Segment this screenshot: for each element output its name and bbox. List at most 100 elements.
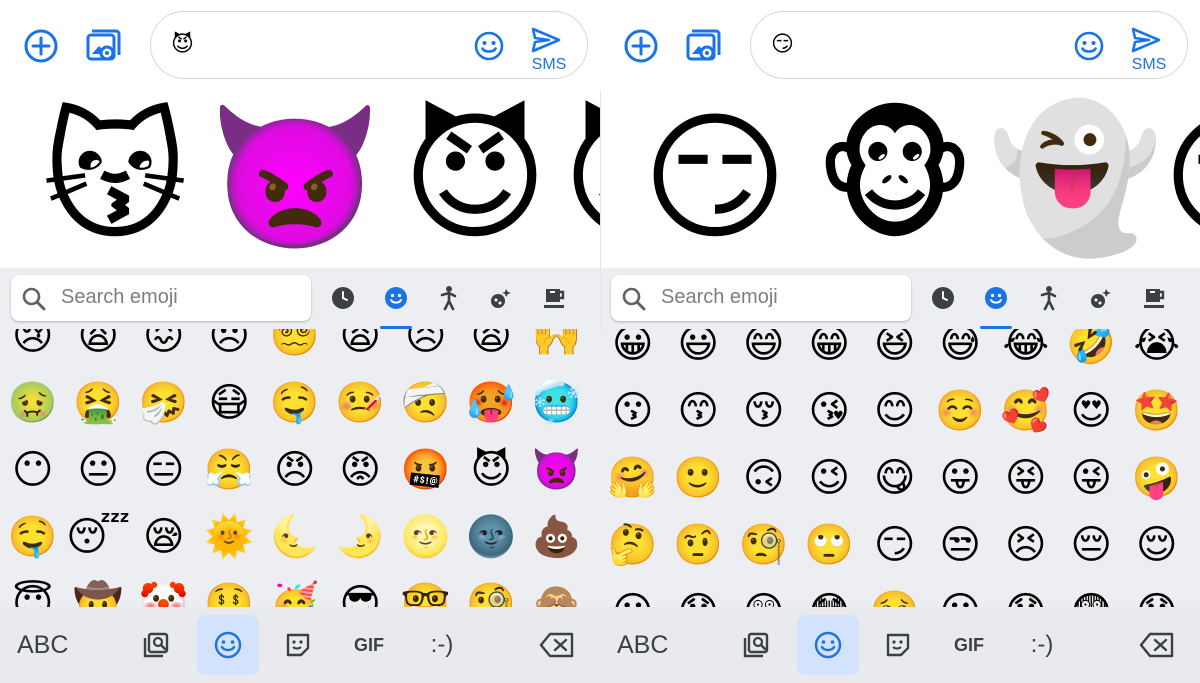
emoji-cell[interactable]: 😉 <box>797 445 863 512</box>
emoji-cell[interactable]: 🤤 <box>0 504 66 571</box>
emoticon-tab-button[interactable]: :-) <box>411 615 473 675</box>
emoji-cell[interactable]: 🥵 <box>459 370 525 437</box>
emoji-cell[interactable]: 😙 <box>666 378 732 445</box>
emoji-cell[interactable]: 😳 <box>797 579 863 607</box>
tab-recent[interactable] <box>328 283 358 313</box>
emoji-cell[interactable]: 😷 <box>197 370 263 437</box>
emoji-cell[interactable]: 🤣 <box>1059 329 1125 378</box>
emoji-button[interactable] <box>1067 24 1111 68</box>
tab-objects[interactable] <box>1140 283 1170 313</box>
emoji-cell[interactable]: 😵‍💫 <box>262 329 328 370</box>
emoji-cell[interactable]: 😴 <box>66 504 132 571</box>
emoji-cell[interactable]: 🤠 <box>66 571 132 607</box>
send-sms-button[interactable]: SMS <box>1123 20 1175 76</box>
emoji-cell[interactable]: 😈 <box>459 437 525 504</box>
emoji-cell[interactable]: 🤡 <box>131 571 197 607</box>
gif-tab-button[interactable]: GIF <box>338 615 400 675</box>
search-emoji-field[interactable]: Search emoji <box>11 275 311 321</box>
emoji-cell[interactable]: 😋 <box>862 445 928 512</box>
emoji-cell[interactable]: 😒 <box>928 512 994 579</box>
emoji-cell[interactable]: 😚 <box>731 378 797 445</box>
emoji-cell[interactable]: 😜 <box>1059 445 1125 512</box>
emoji-cell[interactable]: 🤢 <box>0 370 66 437</box>
attach-button[interactable] <box>19 24 63 68</box>
emoji-cell[interactable]: 😭 <box>1124 329 1190 378</box>
emoji-cell[interactable]: 👿 <box>524 437 590 504</box>
tab-activities[interactable] <box>1087 283 1117 313</box>
attach-button[interactable] <box>619 24 663 68</box>
message-field[interactable]: 😈 SMS <box>150 11 588 79</box>
emoji-cell[interactable]: 😂 <box>993 329 1059 378</box>
abc-button[interactable]: ABC <box>17 631 68 660</box>
send-sms-button[interactable]: SMS <box>523 20 575 76</box>
emoji-search-button[interactable] <box>725 615 787 675</box>
emoji-cell[interactable]: 🤪 <box>1124 445 1190 512</box>
emoji-cell[interactable]: 😞 <box>197 329 263 370</box>
tab-people[interactable] <box>1034 283 1064 313</box>
emoji-cell[interactable]: 😏 <box>862 512 928 579</box>
emoji-cell[interactable]: 😠 <box>262 437 328 504</box>
tab-smileys[interactable] <box>381 283 411 313</box>
emoji-cell[interactable]: 🤔 <box>600 512 666 579</box>
emoji-cell[interactable]: 🙌 <box>524 329 590 370</box>
search-emoji-field[interactable]: Search emoji <box>611 275 911 321</box>
emoji-cell[interactable]: 🤨 <box>666 512 732 579</box>
emoji-cell[interactable]: 😦 <box>928 579 994 607</box>
emoji-cell[interactable]: 😗 <box>600 378 666 445</box>
suggestion-sticker[interactable]: 😏 <box>620 90 810 268</box>
emoji-cell[interactable]: 😯 <box>666 579 732 607</box>
emoji-cell[interactable]: 😖 <box>131 329 197 370</box>
emoji-cell[interactable]: 😨 <box>1059 579 1125 607</box>
emoji-cell[interactable]: 🤑 <box>197 571 263 607</box>
emoji-cell[interactable]: 😶 <box>0 437 66 504</box>
emoji-cell[interactable]: 🙄 <box>797 512 863 579</box>
emoji-cell[interactable]: 😧 <box>993 579 1059 607</box>
emoji-cell[interactable]: 😣 <box>993 512 1059 579</box>
emoji-cell[interactable]: 😛 <box>928 445 994 512</box>
tab-activities[interactable] <box>487 283 517 313</box>
emoticon-tab-button[interactable]: :-) <box>1011 615 1073 675</box>
tab-smileys[interactable] <box>981 283 1011 313</box>
emoji-cell[interactable]: 🙂 <box>666 445 732 512</box>
emoji-cell[interactable]: 🙈 <box>524 571 590 607</box>
emoji-cell[interactable]: 🥳 <box>262 571 328 607</box>
emoji-cell[interactable]: 😃 <box>666 329 732 378</box>
emoji-button[interactable] <box>467 24 511 68</box>
tab-people[interactable] <box>434 283 464 313</box>
suggestion-sticker[interactable]: 😈 <box>540 90 600 268</box>
emoji-cell[interactable]: 🤮 <box>66 370 132 437</box>
emoji-cell[interactable]: 🌝 <box>393 504 459 571</box>
emoji-cell[interactable]: 🤧 <box>131 370 197 437</box>
suggestion-sticker[interactable]: 👿 <box>200 90 390 268</box>
emoji-cell[interactable]: 😊 <box>862 378 928 445</box>
gallery-button[interactable] <box>681 24 725 68</box>
emoji-cell[interactable]: 😔 <box>1059 512 1125 579</box>
emoji-cell[interactable]: 🥰 <box>993 378 1059 445</box>
emoji-cell[interactable]: 🤩 <box>1124 378 1190 445</box>
emoji-cell[interactable]: 😡 <box>328 437 394 504</box>
emoji-cell[interactable]: 😅 <box>928 329 994 378</box>
emoji-cell[interactable]: 😢 <box>0 329 66 370</box>
emoji-cell[interactable]: 😝 <box>993 445 1059 512</box>
emoji-cell[interactable]: 😮 <box>600 579 666 607</box>
emoji-cell[interactable]: 😲 <box>731 579 797 607</box>
emoji-cell[interactable]: 😌 <box>1124 512 1190 579</box>
sticker-tab-button[interactable] <box>267 615 329 675</box>
emoji-cell[interactable]: 😀 <box>600 329 666 378</box>
emoji-cell[interactable]: 😣 <box>393 329 459 370</box>
emoji-cell[interactable]: 😰 <box>1124 579 1190 607</box>
emoji-cell[interactable]: 🧐 <box>731 512 797 579</box>
emoji-cell[interactable]: 😆 <box>862 329 928 378</box>
emoji-cell[interactable]: 😎 <box>328 571 394 607</box>
suggestion-sticker[interactable]: 😏 <box>1140 90 1200 268</box>
emoji-cell[interactable]: 🤬 <box>393 437 459 504</box>
emoji-cell[interactable]: 😘 <box>797 378 863 445</box>
emoji-cell[interactable]: ☺️ <box>928 378 994 445</box>
emoji-cell[interactable]: 😄 <box>731 329 797 378</box>
emoji-cell[interactable]: 😤 <box>197 437 263 504</box>
emoji-cell[interactable]: 😩 <box>66 329 132 370</box>
emoji-tab-button[interactable] <box>197 615 259 675</box>
tab-objects[interactable] <box>540 283 570 313</box>
gif-tab-button[interactable]: GIF <box>938 615 1000 675</box>
sticker-tab-button[interactable] <box>867 615 929 675</box>
